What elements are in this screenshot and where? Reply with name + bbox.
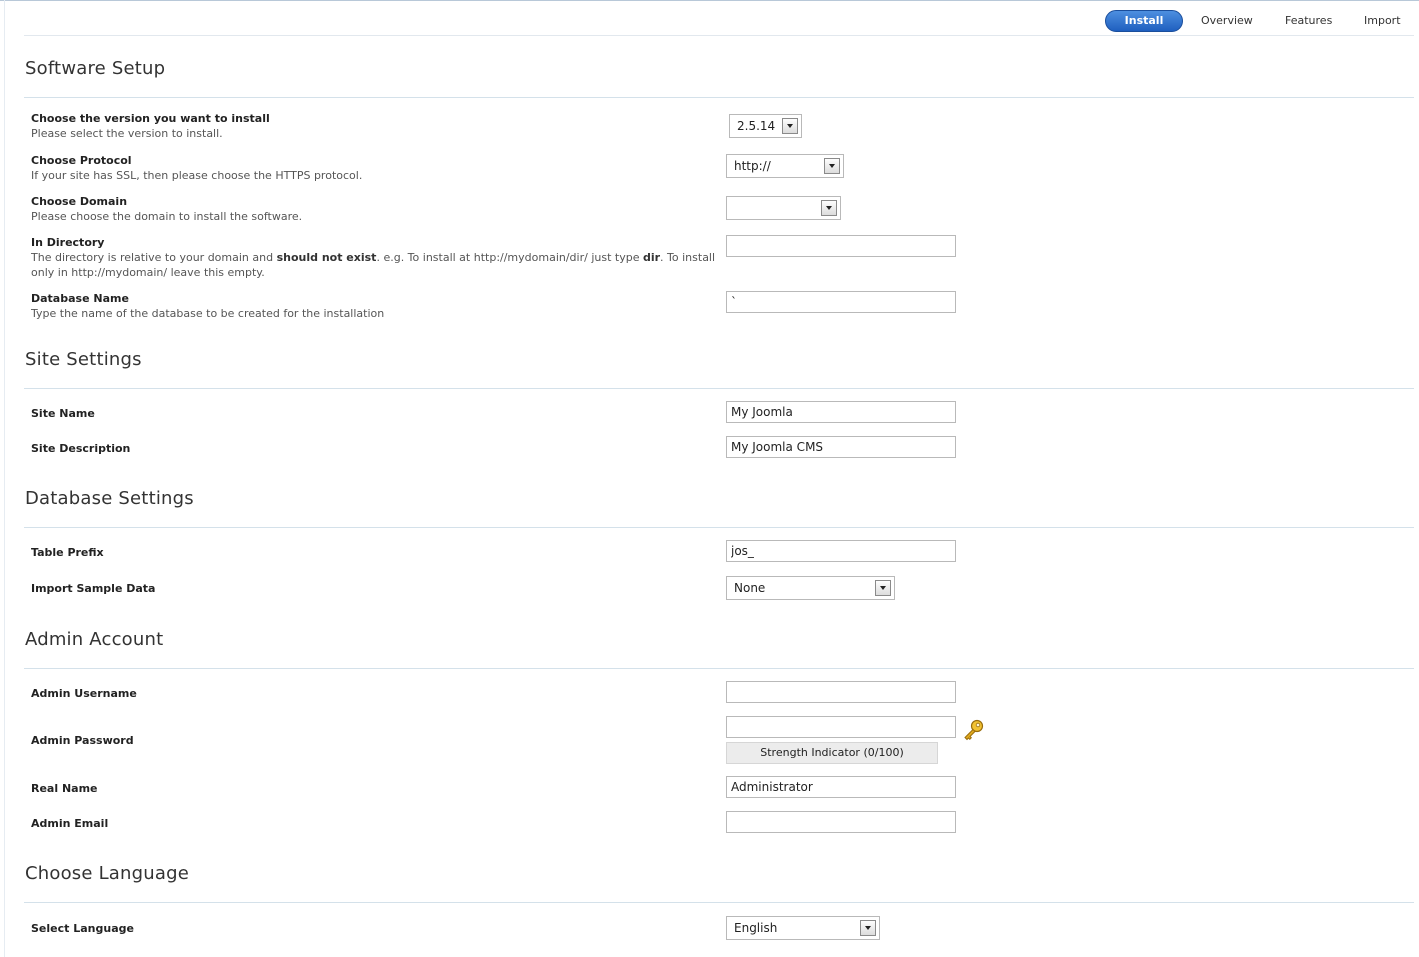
key-icon[interactable] (962, 718, 986, 742)
real-name-label: Real Name (31, 782, 98, 795)
section-divider (24, 668, 1414, 669)
section-divider (24, 97, 1414, 98)
version-select-value: 2.5.14 (737, 119, 776, 133)
chevron-down-icon[interactable] (824, 158, 840, 174)
language-select-value: English (734, 921, 778, 935)
directory-label: In Directory (31, 236, 105, 249)
tab-import[interactable]: Import (1364, 10, 1401, 32)
section-divider (24, 527, 1414, 528)
admin-email-label: Admin Email (31, 817, 109, 830)
site-name-label: Site Name (31, 407, 95, 420)
directory-help: The directory is relative to your domain… (31, 251, 716, 279)
admin-password-input[interactable] (726, 716, 956, 738)
section-title-site-settings: Site Settings (25, 349, 142, 370)
version-label: Choose the version you want to install (31, 112, 270, 125)
database-name-help: Type the name of the database to be crea… (31, 307, 385, 320)
site-description-label: Site Description (31, 442, 131, 455)
select-language-label: Select Language (31, 922, 134, 935)
real-name-input[interactable] (726, 776, 956, 798)
directory-input[interactable] (726, 235, 956, 257)
domain-select[interactable] (726, 196, 841, 220)
section-title-admin-account: Admin Account (25, 629, 164, 650)
section-title-choose-language: Choose Language (25, 863, 190, 884)
protocol-label: Choose Protocol (31, 154, 132, 167)
admin-username-input[interactable] (726, 681, 956, 703)
tab-features[interactable]: Features (1285, 10, 1332, 32)
section-divider (24, 902, 1414, 903)
table-prefix-label: Table Prefix (31, 546, 104, 559)
chevron-down-icon[interactable] (860, 920, 876, 936)
admin-email-input[interactable] (726, 811, 956, 833)
top-border (0, 0, 1419, 1)
tabs-divider (24, 35, 1414, 36)
left-border (4, 0, 5, 957)
admin-password-label: Admin Password (31, 734, 134, 747)
chevron-down-icon[interactable] (782, 118, 798, 134)
chevron-down-icon[interactable] (875, 580, 891, 596)
database-name-label: Database Name (31, 292, 129, 305)
site-name-input[interactable] (726, 401, 956, 423)
sample-data-label: Import Sample Data (31, 582, 156, 595)
section-divider (24, 388, 1414, 389)
domain-help: Please choose the domain to install the … (31, 210, 303, 223)
protocol-select-value: http:// (734, 159, 771, 173)
admin-username-label: Admin Username (31, 687, 137, 700)
protocol-select[interactable]: http:// (726, 154, 844, 178)
version-select[interactable]: 2.5.14 (729, 114, 802, 138)
tab-install[interactable]: Install (1105, 10, 1183, 32)
language-select[interactable]: English (726, 916, 880, 940)
chevron-down-icon[interactable] (821, 200, 837, 216)
section-title-database-settings: Database Settings (25, 488, 194, 509)
sample-data-select-value: None (734, 581, 766, 595)
protocol-help: If your site has SSL, then please choose… (31, 169, 363, 182)
password-strength-indicator: Strength Indicator (0/100) (726, 742, 938, 764)
tab-overview[interactable]: Overview (1201, 10, 1253, 32)
database-name-input[interactable] (726, 291, 956, 313)
domain-label: Choose Domain (31, 195, 128, 208)
sample-data-select[interactable]: None (726, 576, 895, 600)
site-description-input[interactable] (726, 436, 956, 458)
section-title-software-setup: Software Setup (25, 58, 166, 79)
version-help: Please select the version to install. (31, 127, 223, 140)
table-prefix-input[interactable] (726, 540, 956, 562)
